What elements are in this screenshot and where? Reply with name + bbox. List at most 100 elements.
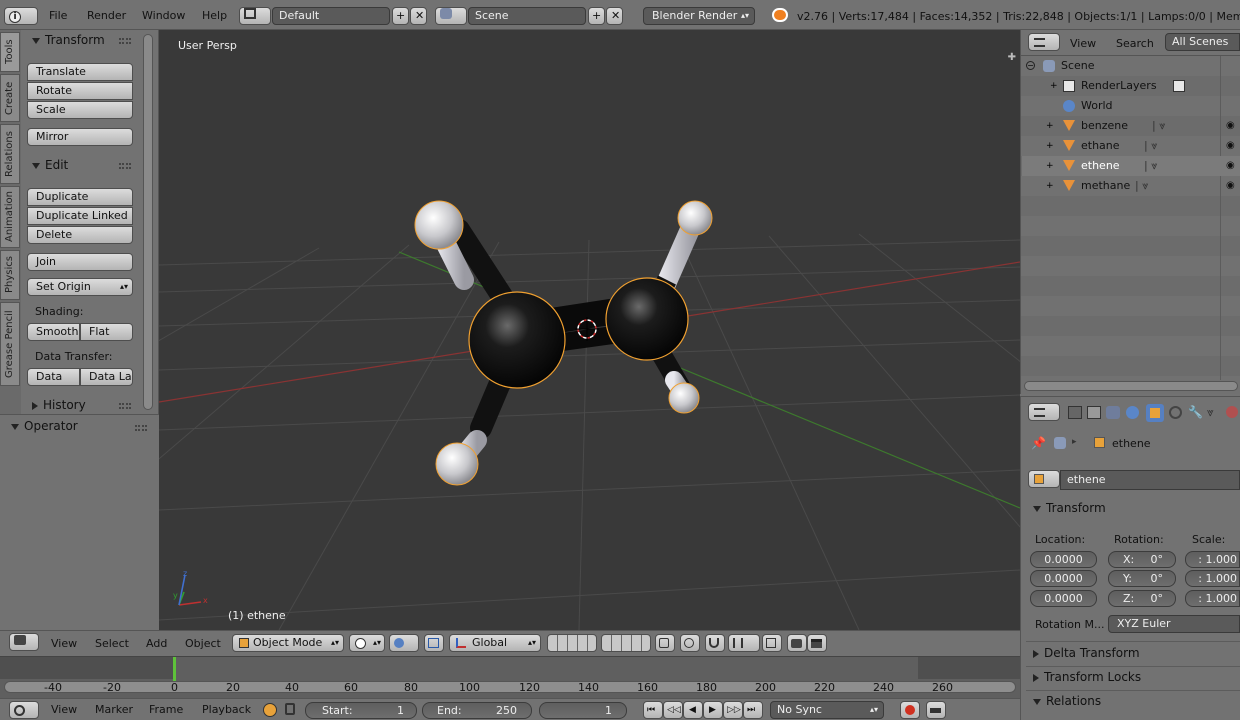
lock-icon[interactable] [285, 703, 295, 715]
transform-locks-header[interactable]: Transform Locks [1033, 670, 1141, 684]
expand-toggle-icon[interactable]: + [1046, 182, 1054, 191]
editor-type-info-button[interactable]: i [4, 7, 38, 25]
rotate-button[interactable]: Rotate [27, 82, 133, 100]
screen-layout-icon-button[interactable] [239, 7, 271, 25]
proportional-edit-button[interactable] [680, 634, 700, 652]
drag-grip-icon[interactable] [119, 38, 131, 44]
jump-to-start-button[interactable]: ⏮ [643, 701, 663, 719]
drag-grip-icon[interactable] [135, 425, 147, 431]
snap-element-dropdown[interactable] [728, 634, 760, 652]
duplicate-linked-button[interactable]: Duplicate Linked [27, 207, 133, 225]
collapse-toggle-icon[interactable]: − [1026, 61, 1035, 70]
tool-shelf-scrollbar[interactable] [143, 34, 153, 410]
expand-toggle-icon[interactable]: + [1046, 122, 1054, 131]
area-split-icon[interactable]: ✚ [1008, 52, 1016, 63]
remove-scene-button[interactable]: ✕ [606, 7, 623, 25]
relations-header[interactable]: Relations [1033, 694, 1101, 708]
location-y-field[interactable]: 0.0000 [1030, 570, 1097, 587]
current-frame-indicator[interactable] [173, 657, 176, 681]
outliner-menu-search[interactable]: Search [1116, 33, 1154, 55]
editor-type-3dview-button[interactable] [9, 633, 39, 651]
viewport-shading-dropdown[interactable]: ▴▾ [349, 634, 385, 652]
data-transfer-button[interactable]: Data [27, 368, 80, 386]
add-screen-button[interactable]: + [392, 7, 409, 25]
menu-view[interactable]: View [51, 633, 77, 655]
timeline-menu-marker[interactable]: Marker [95, 699, 133, 720]
delete-button[interactable]: Delete [27, 226, 133, 244]
render-tab-icon[interactable] [1068, 406, 1082, 419]
location-x-field[interactable]: 0.0000 [1030, 551, 1097, 568]
end-frame-field[interactable]: End: 250 [422, 702, 532, 719]
scale-x-field[interactable]: : 1.000 [1185, 551, 1240, 568]
outliner-item-ethane[interactable]: + ethane | ⩔ ◉ [1022, 136, 1240, 156]
expand-toggle-icon[interactable]: + [1046, 162, 1054, 171]
layer-buttons-group-2[interactable] [601, 634, 651, 652]
layer-buttons-group-1[interactable] [547, 634, 597, 652]
preview-range-icon[interactable] [263, 703, 277, 717]
scene-field[interactable]: Scene [468, 7, 586, 25]
expand-toggle-icon[interactable]: + [1046, 142, 1054, 151]
delta-transform-header[interactable]: Delta Transform [1033, 646, 1140, 660]
join-button[interactable]: Join [27, 253, 133, 271]
drag-grip-icon[interactable] [119, 403, 131, 409]
constraints-tab-icon[interactable] [1169, 406, 1182, 419]
play-reverse-button[interactable]: ◀ [683, 701, 703, 719]
drag-grip-icon[interactable] [119, 163, 131, 169]
manipulator-toggle[interactable] [424, 634, 444, 652]
menu-object[interactable]: Object [185, 633, 221, 655]
menu-render[interactable]: Render [87, 5, 126, 27]
scale-z-field[interactable]: : 1.000 [1185, 590, 1240, 607]
editor-type-properties-button[interactable] [1028, 403, 1060, 421]
outliner-item-ethene[interactable]: + ethene | ⩔ ◉ [1022, 156, 1240, 176]
jump-to-end-button[interactable]: ⏭ [743, 701, 763, 719]
object-tab-icon[interactable] [1146, 404, 1164, 422]
mirror-button[interactable]: Mirror [27, 128, 133, 146]
scene-tab-icon[interactable] [1106, 406, 1120, 419]
pin-icon[interactable]: 📌 [1031, 436, 1046, 450]
editor-type-timeline-button[interactable] [9, 701, 39, 719]
3d-viewport[interactable]: x y z User Persp (1) ethene ✚ [159, 30, 1020, 630]
add-scene-button[interactable]: + [588, 7, 605, 25]
menu-add[interactable]: Add [146, 633, 167, 655]
rotation-y-field[interactable]: Y: 0° [1108, 570, 1176, 587]
tab-grease-pencil[interactable]: Grease Pencil [0, 302, 20, 386]
properties-transform-header[interactable]: Transform [1033, 501, 1106, 515]
menu-help[interactable]: Help [202, 5, 227, 27]
timeline-menu-view[interactable]: View [51, 699, 77, 720]
start-frame-field[interactable]: Start: 1 [305, 702, 417, 719]
outliner-menu-view[interactable]: View [1070, 33, 1096, 55]
visibility-eye-icon[interactable]: ◉ [1226, 116, 1235, 136]
transform-orientation-dropdown[interactable]: Global ▴▾ [449, 634, 541, 652]
outliner-item-world[interactable]: World [1022, 96, 1240, 116]
tab-animation[interactable]: Animation [0, 186, 20, 248]
object-name-field[interactable]: ethene [1060, 470, 1240, 490]
render-animation-button[interactable] [807, 634, 827, 652]
visibility-eye-icon[interactable]: ◉ [1226, 136, 1235, 156]
menu-window[interactable]: Window [142, 5, 185, 27]
mode-dropdown[interactable]: Object Mode ▴▾ [232, 634, 344, 652]
duplicate-button[interactable]: Duplicate [27, 188, 133, 206]
world-tab-icon[interactable] [1126, 406, 1139, 419]
tab-physics[interactable]: Physics [0, 250, 20, 300]
edit-panel-header[interactable]: Edit [32, 158, 68, 172]
keying-set-button[interactable] [926, 701, 946, 719]
play-button[interactable]: ▶ [703, 701, 723, 719]
outliner-item-scene[interactable]: − Scene [1022, 56, 1240, 76]
flat-button[interactable]: Flat [80, 323, 133, 341]
tab-relations[interactable]: Relations [0, 124, 20, 184]
renderlayers-tab-icon[interactable] [1087, 406, 1101, 419]
remove-screen-button[interactable]: ✕ [410, 7, 427, 25]
outliner-item-renderlayers[interactable]: + RenderLayers [1022, 76, 1240, 96]
auto-keyframe-button[interactable] [900, 701, 920, 719]
render-engine-dropdown[interactable]: Blender Render ▴▾ [643, 7, 755, 25]
modifiers-tab-icon[interactable]: 🔧 [1188, 405, 1203, 419]
timeline-menu-playback[interactable]: Playback [202, 699, 251, 720]
outliner-display-dropdown[interactable]: All Scenes [1165, 33, 1240, 51]
outliner-hscrollbar[interactable] [1024, 381, 1238, 391]
timeline-menu-frame[interactable]: Frame [149, 699, 183, 720]
rotation-z-field[interactable]: Z: 0° [1108, 590, 1176, 607]
data-layout-transfer-button[interactable]: Data La [80, 368, 133, 386]
rotation-x-field[interactable]: X: 0° [1108, 551, 1176, 568]
rotation-mode-dropdown[interactable]: XYZ Euler [1108, 615, 1240, 633]
outliner-item-benzene[interactable]: + benzene | ⩔ ◉ [1022, 116, 1240, 136]
